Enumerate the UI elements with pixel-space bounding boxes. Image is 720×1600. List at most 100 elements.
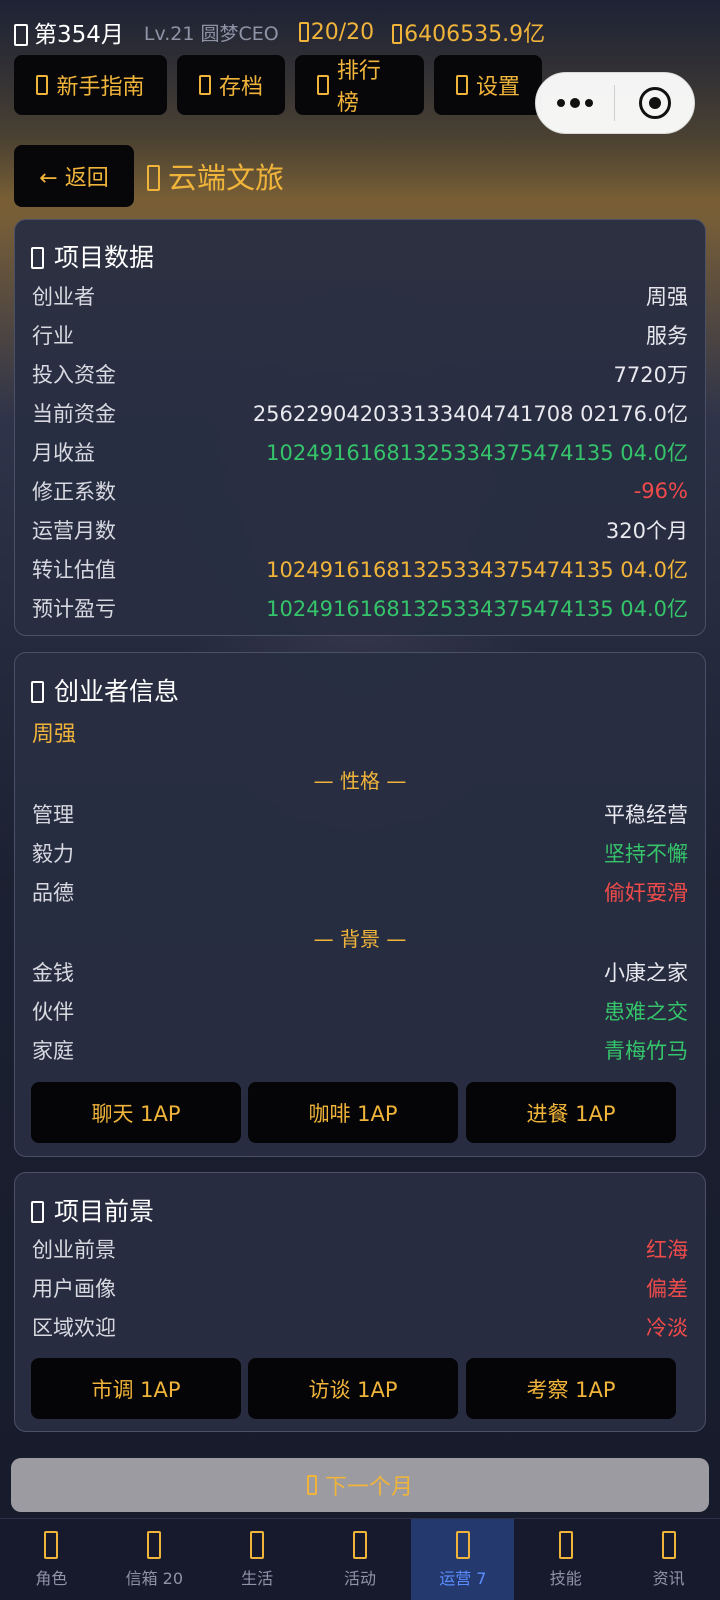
card-title: 创业者信息 [31, 672, 179, 708]
save-button[interactable]: 存档 [177, 55, 285, 115]
newspaper-icon [661, 1530, 676, 1559]
row-value: 平稳经营 [604, 803, 688, 827]
tab-label: 运营 7 [439, 1568, 487, 1588]
close-miniprogram-button[interactable] [615, 87, 694, 119]
energy-icon [298, 21, 309, 42]
row-label: 品德 [32, 881, 74, 905]
tab-mailbox[interactable]: 信箱 20 [103, 1519, 206, 1600]
outlook-row: 创业前景 红海 [32, 1230, 688, 1268]
person-icon [31, 681, 44, 703]
trophy-icon [317, 75, 329, 95]
leaderboard-label: 排行榜 [336, 59, 381, 116]
founder-name: 周强 [32, 722, 77, 747]
chat-button[interactable]: 聊天 1AP [31, 1082, 241, 1143]
tab-label: 角色 [35, 1568, 68, 1588]
row-value: 小康之家 [604, 961, 688, 985]
data-row-monthly-income: 月收益 10249161681325334375474135 04.0亿 [32, 433, 688, 471]
month-indicator: 第354月 [14, 15, 124, 49]
more-menu-icon[interactable] [536, 98, 614, 108]
row-label: 伙伴 [32, 1000, 74, 1024]
row-label: 管理 [32, 803, 74, 827]
top-nav: 新手指南 存档 排行榜 设置 [14, 55, 542, 116]
back-button[interactable]: ← 返回 [14, 145, 134, 207]
tab-news[interactable]: 资讯 [617, 1519, 720, 1600]
settings-button[interactable]: 设置 [434, 55, 542, 115]
row-label: 投入资金 [32, 363, 116, 387]
outlook-card: 项目前景 创业前景 红海 用户画像 偏差 区域欢迎 冷淡 市调 1AP 访谈 1AP … [14, 1172, 706, 1432]
card-title-text: 项目数据 [54, 243, 155, 272]
row-label: 用户画像 [32, 1277, 116, 1301]
card-title: 项目数据 [31, 238, 154, 274]
row-value: 周强 [646, 285, 688, 309]
bottom-tab-bar: 角色 信箱 20 生活 活动 运营 7 技能 资讯 [0, 1518, 720, 1600]
background-divider: — 背景 — [313, 927, 407, 951]
row-label: 运营月数 [32, 519, 116, 543]
row-label: 区域欢迎 [32, 1316, 116, 1340]
interview-button[interactable]: 访谈 1AP [248, 1358, 458, 1419]
flag-icon [353, 1530, 367, 1559]
book-icon [36, 75, 49, 95]
project-icon [147, 165, 160, 191]
calendar-icon [14, 24, 28, 46]
tab-skills[interactable]: 技能 [514, 1519, 617, 1600]
row-label: 创业者 [32, 285, 95, 309]
save-label: 存档 [219, 75, 264, 100]
row-value: -96% [633, 479, 688, 503]
inspect-button[interactable]: 考察 1AP [466, 1358, 676, 1419]
tab-label: 信箱 20 [125, 1568, 184, 1588]
row-value: 10249161681325334375474135 04.0亿 [266, 558, 688, 582]
row-value: 红海 [646, 1238, 688, 1262]
row-value: 7720万 [613, 363, 688, 387]
data-row-founder: 创业者 周强 [32, 277, 688, 315]
row-value: 坚持不懈 [604, 842, 688, 866]
action-points: 20/20 [298, 20, 374, 45]
data-row-valuation: 转让估值 10249161681325334375474135 04.0亿 [32, 550, 688, 588]
row-value: 10249161681325334375474135 04.0亿 [266, 597, 688, 621]
row-label: 家庭 [32, 1039, 74, 1063]
miniprogram-capsule [535, 72, 695, 134]
survey-button[interactable]: 市调 1AP [31, 1358, 241, 1419]
month-text: 第354月 [34, 22, 124, 48]
next-month-button[interactable]: 下一个月 [11, 1458, 709, 1512]
row-label: 月收益 [32, 441, 95, 465]
trait-row: 毅力 坚持不懈 [32, 834, 688, 872]
telescope-icon [31, 1201, 44, 1223]
money-balance: 6406535.9亿 [392, 16, 545, 48]
mail-icon [147, 1530, 162, 1559]
trait-row: 管理 平稳经营 [32, 795, 688, 833]
row-label: 创业前景 [32, 1238, 116, 1262]
tab-label: 活动 [344, 1568, 377, 1588]
row-label: 预计盈亏 [32, 597, 116, 621]
star-icon [558, 1530, 573, 1559]
row-label: 当前资金 [32, 402, 116, 426]
card-title-text: 创业者信息 [54, 677, 180, 706]
tab-activity[interactable]: 活动 [309, 1519, 412, 1600]
tab-label: 资讯 [652, 1568, 685, 1588]
card-title: 项目前景 [31, 1192, 154, 1228]
tab-label: 技能 [549, 1568, 582, 1588]
data-row-investment: 投入资金 7720万 [32, 355, 688, 393]
personality-divider: — 性格 — [313, 769, 407, 793]
row-value: 偷奸耍滑 [604, 881, 688, 905]
page-title: 云端文旅 [147, 155, 284, 197]
leaderboard-button[interactable]: 排行榜 [295, 55, 424, 116]
founder-card: 创业者信息 周强 — 性格 — 管理 平稳经营 毅力 坚持不懈 品德 偷奸耍滑 — 背… [14, 652, 706, 1157]
tab-character[interactable]: 角色 [0, 1519, 103, 1600]
data-row-months: 运营月数 320个月 [32, 511, 688, 549]
background-row: 金钱 小康之家 [32, 953, 688, 991]
next-month-label: 下一个月 [324, 1475, 413, 1500]
coffee-button[interactable]: 咖啡 1AP [248, 1082, 458, 1143]
row-label: 转让估值 [32, 558, 116, 582]
guide-button[interactable]: 新手指南 [14, 55, 167, 115]
trait-row: 品德 偷奸耍滑 [32, 873, 688, 911]
save-icon [199, 75, 211, 95]
chart-icon [31, 247, 44, 269]
data-row-current-funds: 当前资金 256229042033133404741708 02176.0亿 [32, 394, 688, 432]
dinner-button[interactable]: 进餐 1AP [466, 1082, 676, 1143]
row-value: 320个月 [605, 519, 688, 543]
hourglass-icon [306, 1475, 317, 1495]
project-data-card: 项目数据 创业者 周强 行业 服务 投入资金 7720万 当前资金 2562290420… [14, 219, 706, 636]
tab-operations[interactable]: 运营 7 [411, 1519, 515, 1600]
tab-life[interactable]: 生活 [206, 1519, 309, 1600]
money-value: 6406535.9亿 [404, 22, 546, 47]
